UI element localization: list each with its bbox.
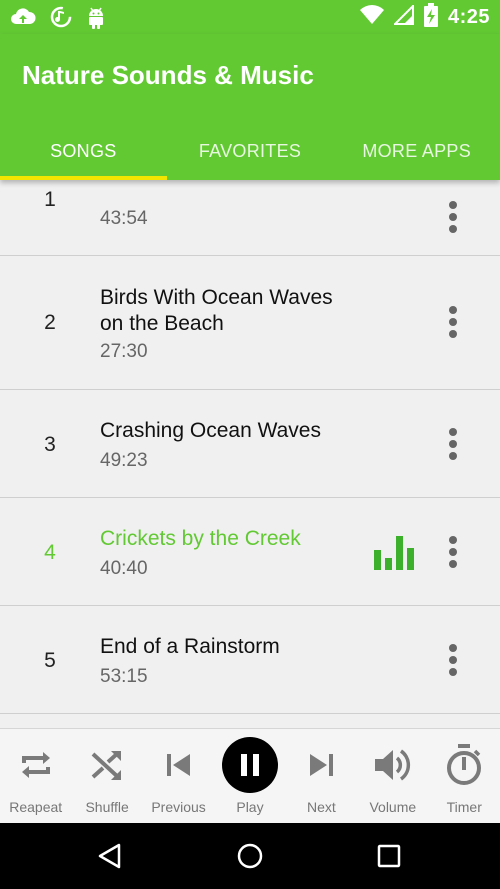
previous-label: Previous xyxy=(151,799,206,815)
volume-label: Volume xyxy=(369,799,417,815)
next-button[interactable]: Next xyxy=(286,729,357,824)
now-playing-equalizer-icon xyxy=(374,536,414,570)
home-icon[interactable] xyxy=(237,843,263,874)
music-settings-icon xyxy=(50,6,72,30)
shuffle-button[interactable]: Shuffle xyxy=(71,729,142,824)
play-label: Play xyxy=(236,799,264,815)
song-number: 4 xyxy=(44,541,56,564)
repeat-button[interactable]: Reapeat xyxy=(0,729,71,824)
tab-songs[interactable]: SONGS xyxy=(0,122,167,180)
repeat-label: Reapeat xyxy=(9,799,63,815)
volume-icon xyxy=(372,737,414,793)
more-options-icon[interactable] xyxy=(438,644,468,676)
shuffle-icon xyxy=(88,737,126,793)
song-number: 2 xyxy=(44,311,56,334)
previous-button[interactable]: Previous xyxy=(143,729,214,824)
more-options-icon[interactable] xyxy=(438,536,468,568)
song-duration: 27:30 xyxy=(100,341,148,362)
more-options-icon[interactable] xyxy=(438,428,468,460)
pause-icon xyxy=(221,737,278,793)
list-item-song-3[interactable]: 3 Crashing Ocean Waves 49:23 xyxy=(0,390,500,498)
repeat-icon xyxy=(17,737,55,793)
shuffle-label: Shuffle xyxy=(85,799,129,815)
skip-next-icon xyxy=(304,737,338,793)
list-item-song-1[interactable]: 1 43:54 xyxy=(0,180,500,256)
list-item-song-4[interactable]: 4 Crickets by the Creek 40:40 xyxy=(0,498,500,606)
app-title: Nature Sounds & Music xyxy=(22,60,314,90)
song-title: Birds With Ocean Waves on the Beach xyxy=(100,286,333,335)
back-icon[interactable] xyxy=(97,843,123,874)
tab-more-apps[interactable]: MORE APPS xyxy=(333,122,500,180)
status-bar: 4:25 xyxy=(0,0,500,34)
timer-button[interactable]: Timer xyxy=(429,729,500,824)
song-duration: 40:40 xyxy=(100,558,148,579)
more-options-icon[interactable] xyxy=(438,201,468,233)
list-item-song-6[interactable] xyxy=(0,714,500,728)
app-bar: Nature Sounds & Music SONGS FAVORITES MO… xyxy=(0,34,500,180)
player-controls: Reapeat Shuffle Previous Play Next Volum… xyxy=(0,728,500,824)
stopwatch-icon xyxy=(444,737,484,793)
cloud-upload-icon xyxy=(10,6,36,30)
song-title: Crickets by the Creek xyxy=(100,527,301,550)
battery-icon xyxy=(423,2,438,32)
next-label: Next xyxy=(307,799,336,815)
song-number: 1 xyxy=(44,188,56,211)
signal-icon xyxy=(392,3,414,30)
wifi-icon xyxy=(359,4,384,30)
timer-label: Timer xyxy=(446,799,482,815)
list-item-song-5[interactable]: 5 End of a Rainstorm 53:15 xyxy=(0,606,500,714)
song-duration: 53:15 xyxy=(100,666,148,687)
skip-previous-icon xyxy=(162,737,196,793)
song-number: 5 xyxy=(44,649,56,672)
more-options-icon[interactable] xyxy=(438,306,468,338)
song-title: Crashing Ocean Waves xyxy=(100,419,321,442)
song-duration: 43:54 xyxy=(100,208,148,229)
android-icon xyxy=(86,6,106,30)
clock: 4:25 xyxy=(447,5,490,28)
song-list[interactable]: 1 43:54 2 Birds With Ocean Waves on the … xyxy=(0,180,500,728)
song-title: End of a Rainstorm xyxy=(100,635,280,658)
play-pause-button[interactable]: Play xyxy=(214,729,285,824)
navigation-bar xyxy=(0,823,500,889)
recent-apps-icon[interactable] xyxy=(377,843,401,874)
tab-favorites[interactable]: FAVORITES xyxy=(167,122,334,180)
list-item-song-2[interactable]: 2 Birds With Ocean Waves on the Beach 27… xyxy=(0,256,500,390)
volume-button[interactable]: Volume xyxy=(357,729,428,824)
song-number: 3 xyxy=(44,433,56,456)
song-duration: 49:23 xyxy=(100,450,148,471)
tab-bar: SONGS FAVORITES MORE APPS xyxy=(0,122,500,180)
